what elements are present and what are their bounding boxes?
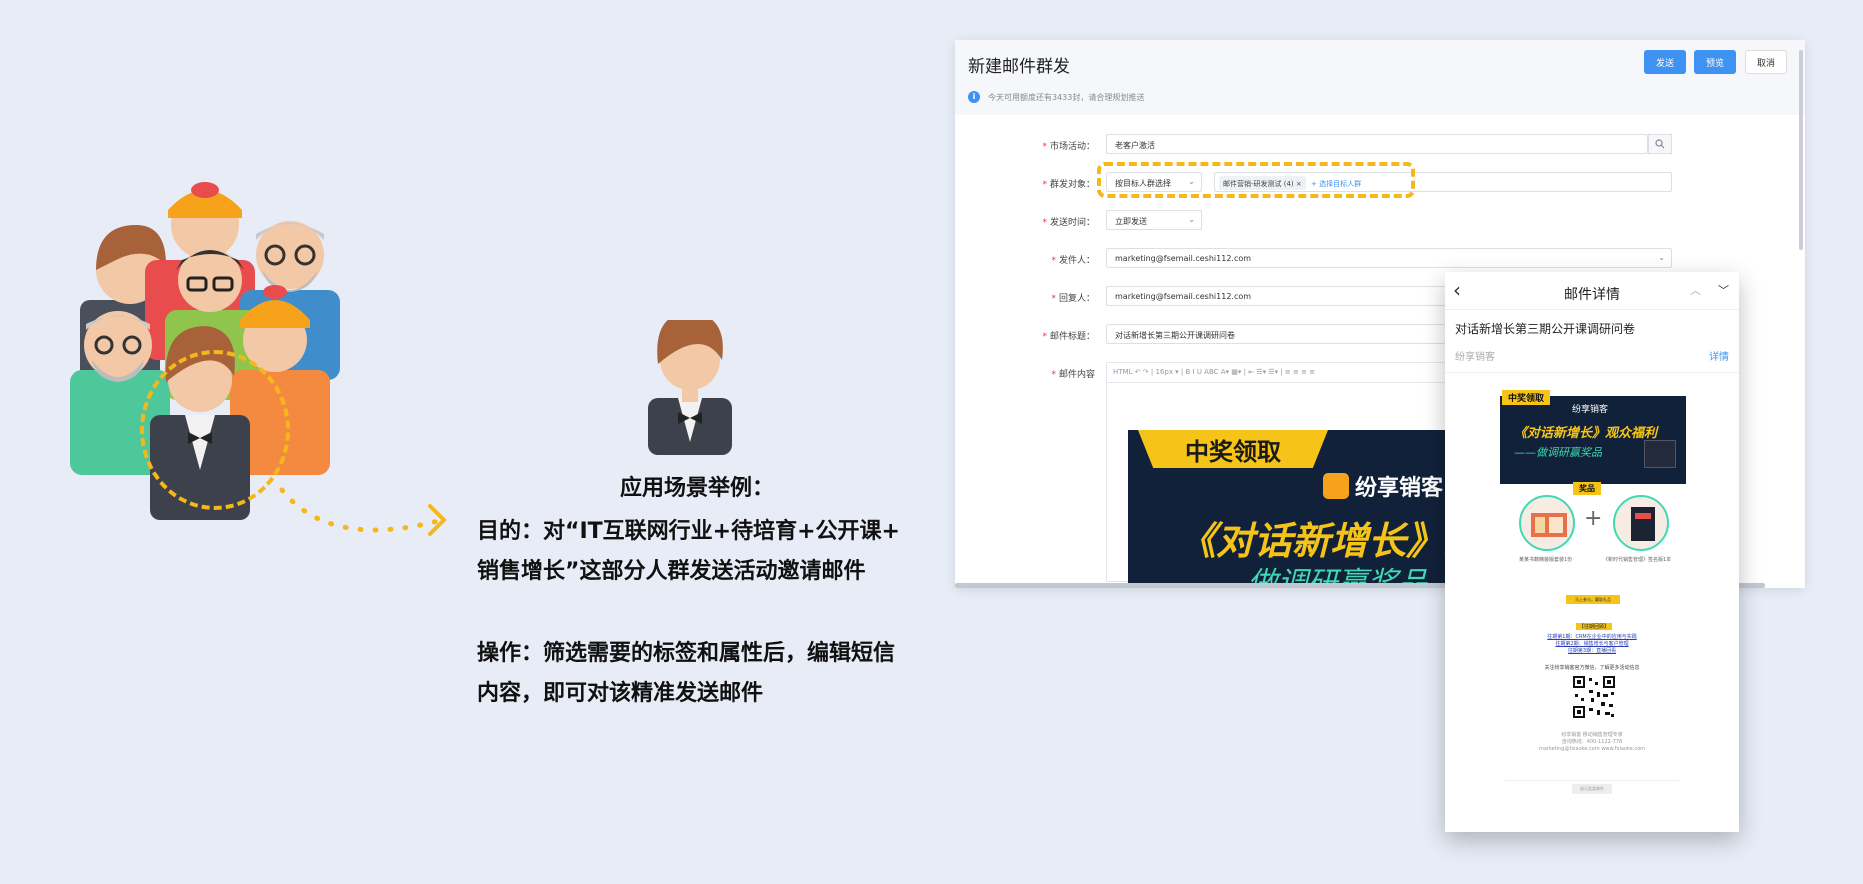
send-time-label: * 发送时间：: [1042, 218, 1095, 228]
mail-preview-panel: ‹ 邮件详情 ︿ ﹀ 对话新增长第三期公开课调研问卷 纷享销客 详情 中奖领取 …: [1445, 272, 1739, 832]
send-button[interactable]: 发送: [1644, 50, 1686, 74]
follow-text: 关注纷享销客官方微信，了解更多活动信息: [1544, 665, 1640, 671]
campaign-search-button[interactable]: [1648, 134, 1672, 154]
quota-notice-text: 今天可用额度还有3433封，请合理规划推送: [988, 92, 1145, 102]
selection-highlight-circle: [140, 350, 290, 510]
scenario-title: 应用场景举例：: [619, 476, 774, 501]
preview-sender: 纷享销客: [1455, 352, 1495, 363]
preview-footer: 纷享销客 移动销售管理专家 咨询热线：400-1122-778 marketin…: [1485, 732, 1699, 753]
sender-label: * 发件人：: [1051, 256, 1095, 266]
footer-line: 咨询热线：400-1122-778: [1561, 739, 1623, 745]
divider: [1445, 372, 1739, 373]
preview-banner-subtitle: ——做调研赢奖品: [1514, 446, 1602, 459]
target-highlight-box: [1097, 162, 1415, 198]
prize2-caption: 《新时代销售管理》签名版1本: [1603, 557, 1672, 563]
info-icon: i: [968, 91, 980, 103]
review-tagline: 【往期回顾】: [1576, 623, 1613, 630]
review-link[interactable]: 往期第3期：直播回看: [1485, 648, 1699, 655]
banner-brand: 纷享销客: [1323, 470, 1443, 502]
selected-person-illustration: [640, 312, 740, 455]
book-image: [1644, 440, 1676, 468]
quota-notice: i 今天可用额度还有3433封，请合理规划推送: [968, 91, 1144, 103]
plus-icon: +: [1584, 506, 1603, 531]
preview-banner-tag: 中奖领取: [1502, 390, 1551, 405]
banner-tag: 中奖领取: [1138, 430, 1328, 468]
preview-banner-title: 《对话新增长》观众福利: [1514, 426, 1658, 441]
preview-header: ‹ 邮件详情 ︿ ﹀: [1445, 272, 1739, 310]
scenario-operation: 操作：筛选需要的标签和属性后，编辑短信 内容，即可对该精准发送邮件: [477, 634, 917, 714]
sender-row: * 发件人： marketing@fsemail.ceshi112.com ⌄: [955, 248, 1805, 270]
prize-label: 奖品: [1573, 482, 1601, 495]
brand-logo-icon: [1323, 473, 1349, 499]
scenario-op-line1: 操作：筛选需要的标签和属性后，编辑短信: [477, 641, 896, 666]
reply-label: * 回复人：: [1051, 294, 1095, 304]
mail-header: 新建邮件群发 发送 预览 取消 i 今天可用额度还有3433封，请合理规划推送: [955, 40, 1805, 115]
target-label: * 群发对象：: [1042, 180, 1095, 190]
send-time-row: * 发送时间： 立即发送 ⌄: [955, 210, 1805, 232]
content-label: * 邮件内容: [1051, 370, 1095, 380]
subject-label: * 邮件标题：: [1042, 332, 1095, 342]
cancel-button[interactable]: 取消: [1745, 50, 1787, 74]
review-links: 往期第1期：CRM在企业中的应用与实践 往期第2期：销售增长与客户管理 往期第3…: [1485, 634, 1699, 655]
preview-detail-link[interactable]: 详情: [1709, 348, 1729, 363]
search-icon: [1655, 139, 1665, 149]
prize1-caption: 某某书籍精装版套装1份: [1519, 557, 1573, 563]
scenario-goal: 目的：对“IT互联网行业+待培育+公开课+ 销售增长”这部分人群发送活动邀请邮件: [477, 512, 917, 592]
scenario-description: 应用场景举例： 目的：对“IT互联网行业+待培育+公开课+ 销售增长”这部分人群…: [477, 470, 917, 714]
chevron-down-icon: ⌄: [1188, 215, 1195, 224]
editor-toolbar[interactable]: HTML ↶ ↷ | 16px ▾ | B I U ABC A▾ ▦▾ | ⇤ …: [1106, 362, 1446, 382]
scenario-op-line2: 内容，即可对该精准发送邮件: [477, 681, 764, 706]
campaign-label: * 市场活动：: [1042, 142, 1095, 152]
page-title: 新建邮件群发: [968, 57, 1070, 77]
qr-code-image: [1571, 674, 1617, 720]
sender-select[interactable]: marketing@fsemail.ceshi112.com ⌄: [1106, 248, 1672, 268]
send-time-select[interactable]: 立即发送 ⌄: [1106, 210, 1202, 230]
join-cta-button[interactable]: 马上参与，赢取礼品: [1566, 595, 1620, 604]
campaign-input[interactable]: 老客户激活: [1106, 134, 1648, 154]
scenario-goal-line2: 销售增长”这部分人群发送活动邀请邮件: [477, 559, 866, 584]
footer-line: marketing@fxiaoke.com www.fxiaoke.com: [1538, 746, 1646, 752]
mail-banner-image: 中奖领取 纷享销客 《对话新增长》观 —— 做调研赢奖品: [1128, 430, 1448, 588]
dotted-arrow-icon: [279, 487, 447, 536]
footer-line: 纷享销客 移动销售管理专家: [1561, 732, 1623, 738]
review-link[interactable]: 往期第1期：CRM在企业中的应用与实践: [1485, 634, 1699, 641]
prize-book-image: [1613, 495, 1669, 551]
preview-subject: 对话新增长第三期公开课调研问卷: [1455, 322, 1636, 336]
unsubscribe-button[interactable]: 退订此类邮件: [1572, 784, 1612, 794]
scenario-goal-line1: 目的：对“IT互联网行业+待培育+公开课+: [477, 519, 900, 544]
vertical-scrollbar[interactable]: [1799, 50, 1803, 250]
review-link[interactable]: 往期第2期：销售增长与客户管理: [1485, 641, 1699, 648]
banner-title: 《对话新增长》观: [1178, 519, 1448, 563]
prize-gift-image: [1519, 495, 1575, 551]
divider: [1505, 780, 1679, 781]
preview-banner-brand: 纷享销客: [1572, 405, 1609, 415]
chevron-down-icon: ⌄: [1658, 253, 1665, 262]
preview-banner: 中奖领取 纷享销客 《对话新增长》观众福利 ——做调研赢奖品: [1500, 390, 1686, 484]
chevron-up-icon[interactable]: ︿: [1690, 282, 1701, 298]
chevron-down-icon[interactable]: ﹀: [1718, 282, 1729, 298]
preview-button[interactable]: 预览: [1694, 50, 1736, 74]
campaign-row: * 市场活动： 老客户激活: [955, 134, 1805, 156]
